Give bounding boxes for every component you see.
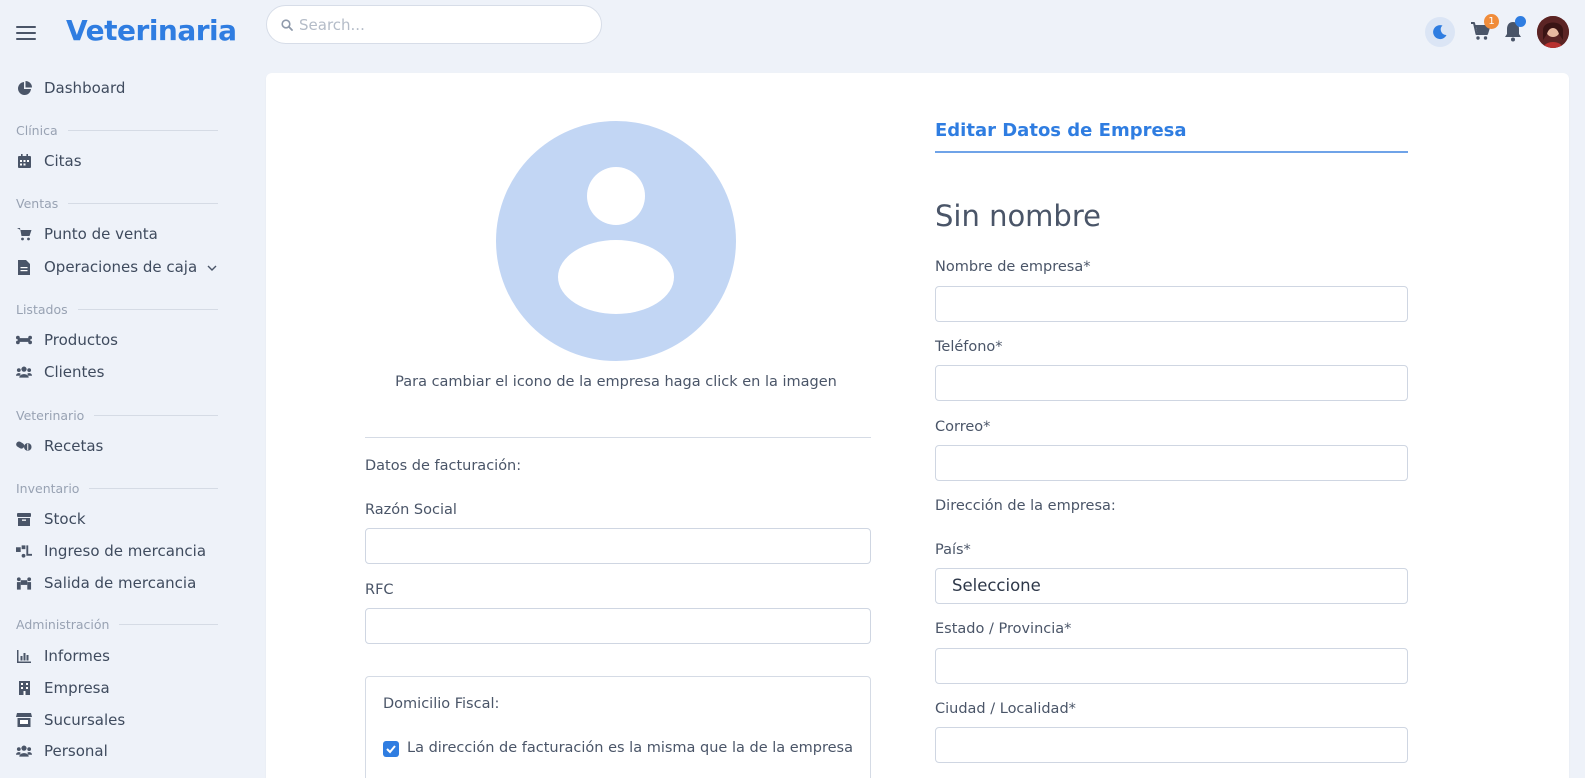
nombre-empresa-input[interactable] xyxy=(935,286,1408,322)
estado-input[interactable] xyxy=(935,648,1408,684)
razon-social-label: Razón Social xyxy=(365,502,457,518)
fiscal-address-title: Domicilio Fiscal: xyxy=(383,696,500,712)
bar-chart-icon xyxy=(16,648,32,664)
sidebar-item-citas[interactable]: Citas xyxy=(16,149,82,173)
users-icon xyxy=(16,364,32,380)
sidebar-item-label: Dashboard xyxy=(44,79,126,97)
notification-dot xyxy=(1515,16,1526,27)
title-underline xyxy=(935,151,1408,153)
sidebar-item-label: Sucursales xyxy=(44,711,126,729)
company-name-heading: Sin nombre xyxy=(935,199,1101,233)
telefono-input[interactable] xyxy=(935,365,1408,401)
users-icon xyxy=(16,743,32,759)
razon-social-input[interactable] xyxy=(365,528,871,564)
calendar-icon xyxy=(16,153,32,169)
section-veterinario: Veterinario xyxy=(16,407,218,423)
rfc-input[interactable] xyxy=(365,608,871,644)
store-icon xyxy=(16,712,32,728)
logo-hint-text: Para cambiar el icono de la empresa haga… xyxy=(395,374,837,390)
sidebar-item-label: Stock xyxy=(44,510,86,528)
sidebar-item-personal[interactable]: Personal xyxy=(16,739,108,763)
sidebar-item-clientes[interactable]: Clientes xyxy=(16,360,104,384)
sidebar-item-label: Clientes xyxy=(44,363,105,381)
sidebar-item-stock[interactable]: Stock xyxy=(16,507,86,531)
sidebar-item-label: Punto de venta xyxy=(44,225,158,243)
search-box[interactable] xyxy=(266,5,602,44)
truck-loading-icon xyxy=(16,543,32,559)
sidebar-item-ingreso-de-mercancia[interactable]: Ingreso de mercancia xyxy=(16,539,206,563)
company-logo-upload[interactable] xyxy=(496,121,736,361)
moon-icon xyxy=(1433,25,1447,40)
section-ventas: Ventas xyxy=(16,195,218,211)
sidebar-item-productos[interactable]: Productos xyxy=(16,328,118,352)
top-bar: Veterinaria 1 xyxy=(0,0,1585,64)
search-icon xyxy=(281,19,293,31)
fiscal-address-box: Domicilio Fiscal: La dirección de factur… xyxy=(365,676,871,778)
sidebar-item-recetas[interactable]: Recetas xyxy=(16,434,103,458)
company-edit-card: Para cambiar el icono de la empresa haga… xyxy=(266,73,1569,778)
box-icon xyxy=(16,511,32,527)
sidebar-item-operaciones-de-caja[interactable]: Operaciones de caja xyxy=(16,255,218,279)
sidebar-item-label: Operaciones de caja xyxy=(44,258,198,276)
user-avatar[interactable] xyxy=(1537,16,1569,48)
notifications-button[interactable] xyxy=(1503,16,1527,44)
section-inventario: Inventario xyxy=(16,480,218,496)
correo-input[interactable] xyxy=(935,445,1408,481)
sidebar-item-label: Personal xyxy=(44,742,108,760)
rfc-label: RFC xyxy=(365,582,394,598)
check-icon xyxy=(386,745,396,754)
people-carry-icon xyxy=(16,575,32,591)
sidebar-item-label: Citas xyxy=(44,152,82,170)
ciudad-label: Ciudad / Localidad* xyxy=(935,701,1076,717)
chevron-down-icon xyxy=(207,265,217,271)
billing-section-title: Datos de facturación: xyxy=(365,458,522,474)
telefono-label: Teléfono* xyxy=(935,339,1003,355)
pills-icon xyxy=(16,438,32,454)
nombre-empresa-label: Nombre de empresa* xyxy=(935,259,1091,275)
building-icon xyxy=(16,680,32,696)
sidebar-item-label: Productos xyxy=(44,331,118,349)
pais-label: País* xyxy=(935,542,971,558)
page-title: Editar Datos de Empresa xyxy=(935,120,1187,141)
cart-icon xyxy=(16,226,32,242)
sidebar-item-label: Informes xyxy=(44,647,110,665)
sidebar-item-label: Recetas xyxy=(44,437,104,455)
sidebar-item-sucursales[interactable]: Sucursales xyxy=(16,708,125,732)
cart-count-badge: 1 xyxy=(1484,14,1499,29)
sidebar-item-label: Ingreso de mercancia xyxy=(44,542,207,560)
estado-label: Estado / Provincia* xyxy=(935,621,1072,637)
document-icon xyxy=(16,259,32,275)
sidebar-item-informes[interactable]: Informes xyxy=(16,644,110,668)
brand-logo[interactable]: Veterinaria xyxy=(66,14,237,47)
sidebar-item-label: Empresa xyxy=(44,679,110,697)
sidebar-item-empresa[interactable]: Empresa xyxy=(16,676,110,700)
correo-label: Correo* xyxy=(935,419,991,435)
section-administracion: Administración xyxy=(16,616,218,632)
same-address-checkbox[interactable] xyxy=(383,741,399,757)
divider xyxy=(365,437,871,438)
user-placeholder-icon xyxy=(558,167,674,314)
section-listados: Listados xyxy=(16,301,218,317)
bone-icon xyxy=(16,332,32,348)
cart-button[interactable]: 1 xyxy=(1470,14,1499,44)
section-clinica: Clínica xyxy=(16,122,218,138)
pie-chart-icon xyxy=(16,80,32,96)
same-address-label[interactable]: La dirección de facturación es la misma … xyxy=(407,740,853,756)
search-input[interactable] xyxy=(299,14,589,36)
pais-select[interactable]: Seleccione xyxy=(935,568,1408,604)
sidebar-item-punto-de-venta[interactable]: Punto de venta xyxy=(16,222,158,246)
ciudad-input[interactable] xyxy=(935,727,1408,763)
menu-toggle-icon[interactable] xyxy=(16,26,36,40)
dark-mode-toggle[interactable] xyxy=(1425,17,1455,47)
address-section-title: Dirección de la empresa: xyxy=(935,498,1116,514)
sidebar-item-salida-de-mercancia[interactable]: Salida de mercancia xyxy=(16,571,196,595)
sidebar-item-label: Salida de mercancia xyxy=(44,574,197,592)
sidebar-item-dashboard[interactable]: Dashboard xyxy=(16,76,125,100)
